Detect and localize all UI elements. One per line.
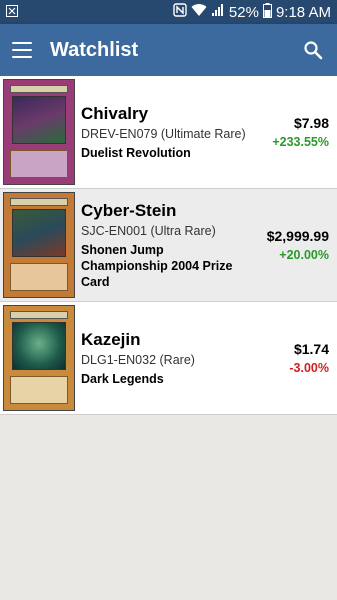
card-code: SJC-EN001 (Ultra Rare) xyxy=(81,223,216,238)
price-change: +20.00% xyxy=(279,248,329,262)
battery-icon xyxy=(262,2,272,22)
card-thumbnail xyxy=(3,192,75,298)
notification-icon xyxy=(6,4,18,21)
list-item[interactable]: Kazejin DLG1-EN032 (Rare) Dark Legends $… xyxy=(0,302,337,415)
card-name: Cyber-Stein xyxy=(81,200,177,220)
card-set: Duelist Revolution xyxy=(81,145,191,160)
card-thumbnail xyxy=(3,305,75,411)
card-set: Shonen Jump Championship 2004 Prize Card xyxy=(81,242,233,289)
price-change: +233.55% xyxy=(272,135,329,149)
empty-list-area xyxy=(0,416,337,600)
page-title: Watchlist xyxy=(50,38,139,61)
battery-percent: 52% xyxy=(228,3,259,21)
watchlist: Chivalry DREV-EN079 (Ultimate Rare) Duel… xyxy=(0,76,337,415)
card-price: $2,999.99 xyxy=(266,228,329,244)
card-code: DLG1-EN032 (Rare) xyxy=(81,352,195,367)
card-name: Chivalry xyxy=(81,103,149,123)
clock: 9:18 AM xyxy=(275,3,331,21)
card-name: Kazejin xyxy=(81,329,141,349)
list-item[interactable]: Cyber-Stein SJC-EN001 (Ultra Rare) Shone… xyxy=(0,189,337,302)
price-change: -3.00% xyxy=(289,361,329,375)
signal-icon xyxy=(211,3,225,21)
nfc-icon xyxy=(173,3,187,21)
hamburger-menu-icon[interactable] xyxy=(12,42,32,58)
card-thumbnail xyxy=(3,79,75,185)
card-price: $7.98 xyxy=(293,115,329,131)
app-bar: Watchlist xyxy=(0,24,337,76)
card-price: $1.74 xyxy=(293,341,329,357)
card-set: Dark Legends xyxy=(81,371,164,386)
wifi-icon xyxy=(191,3,207,21)
status-bar: 52% 9:18 AM xyxy=(0,0,337,24)
search-icon[interactable] xyxy=(301,38,325,62)
list-item[interactable]: Chivalry DREV-EN079 (Ultimate Rare) Duel… xyxy=(0,76,337,189)
card-code: DREV-EN079 (Ultimate Rare) xyxy=(81,126,246,141)
